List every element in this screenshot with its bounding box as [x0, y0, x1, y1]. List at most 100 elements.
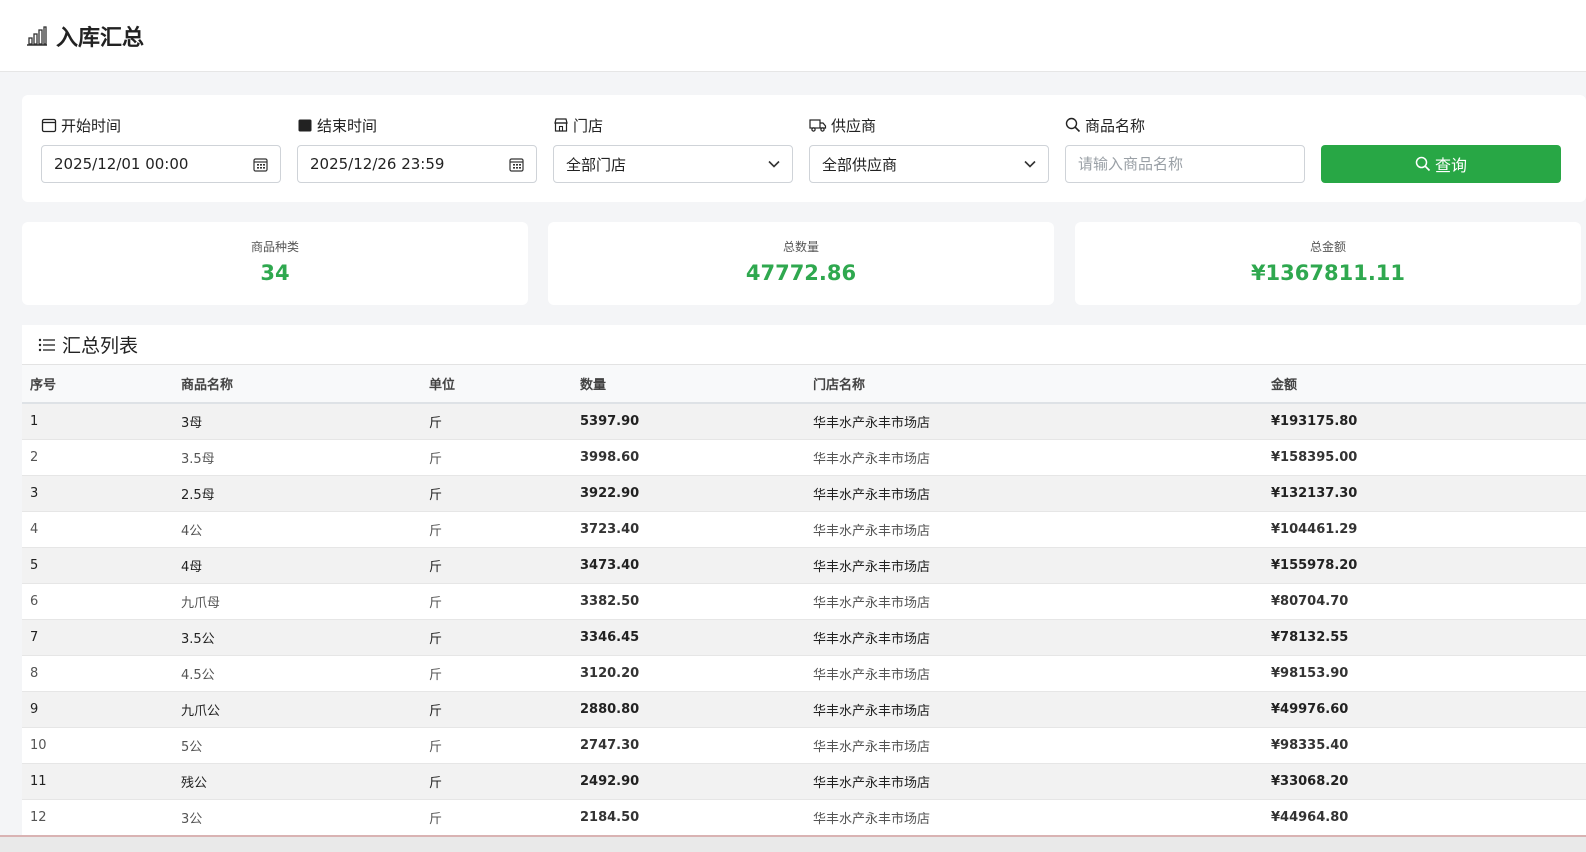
cell-product-name: 2.5母: [173, 475, 421, 512]
table-row: 11 残公斤 2492.90 华丰水产永丰市场店 ¥33068.20: [22, 763, 1586, 800]
cell-quantity: 2492.90: [572, 763, 805, 800]
cell-index: 6: [22, 583, 173, 620]
cell-amount: ¥49976.60: [1263, 691, 1586, 728]
cell-quantity: 3723.40: [572, 511, 805, 548]
stat-label: 总金额: [1309, 240, 1346, 254]
start-time-label: 开始时间: [61, 116, 122, 135]
column-header: 商品名称: [173, 365, 421, 404]
supplier-select[interactable]: 全部供应商: [809, 145, 1049, 183]
cell-product-name: 4公: [173, 511, 421, 548]
table-row: 5 4母斤 3473.40 华丰水产永丰市场店 ¥155978.20: [22, 547, 1586, 584]
cell-store-name: 华丰水产永丰市场店: [805, 655, 1263, 692]
cell-quantity: 2880.80: [572, 691, 805, 728]
query-button[interactable]: 查询: [1321, 145, 1561, 183]
cell-quantity: 3346.45: [572, 619, 805, 656]
calendar-icon: [41, 118, 57, 133]
cell-product-name: 九爪母: [173, 583, 421, 620]
search-icon: [1415, 156, 1431, 172]
cell-amount: ¥80704.70: [1263, 583, 1586, 620]
cell-unit: 斤: [421, 691, 572, 728]
table-row: 4 4公斤 3723.40 华丰水产永丰市场店 ¥104461.29: [22, 511, 1586, 548]
cell-unit: 斤: [421, 655, 572, 692]
product-name-input[interactable]: [1078, 155, 1292, 173]
cell-product-name: 5公: [173, 727, 421, 764]
supplier-label: 供应商: [831, 116, 877, 135]
cell-amount: ¥158395.00: [1263, 439, 1586, 476]
cell-amount: ¥98335.40: [1263, 727, 1586, 764]
start-time-input[interactable]: 2025/12/01 00:00: [41, 145, 281, 183]
cell-amount: ¥104461.29: [1263, 511, 1586, 548]
start-time-field: 开始时间 2025/12/01 00:00: [41, 113, 281, 183]
search-icon: [1065, 117, 1081, 133]
cell-quantity: 2747.30: [572, 727, 805, 764]
cell-product-name: 3.5母: [173, 439, 421, 476]
end-time-label: 结束时间: [317, 116, 378, 135]
stat-value: 34: [260, 261, 290, 285]
cell-store-name: 华丰水产永丰市场店: [805, 439, 1263, 476]
cell-amount: ¥44964.80: [1263, 799, 1586, 835]
table-row: 7 3.5公斤 3346.45 华丰水产永丰市场店 ¥78132.55: [22, 619, 1586, 656]
cell-store-name: 华丰水产永丰市场店: [805, 727, 1263, 764]
stat-label: 商品种类: [250, 240, 299, 254]
cell-index: 12: [22, 799, 173, 835]
cell-index: 9: [22, 691, 173, 728]
column-header: 金额: [1263, 365, 1586, 404]
cell-index: 2: [22, 439, 173, 476]
store-select[interactable]: 全部门店: [553, 145, 793, 183]
table-row: 2 3.5母斤 3998.60 华丰水产永丰市场店 ¥158395.00: [22, 439, 1586, 476]
table-row: 10 5公斤 2747.30 华丰水产永丰市场店 ¥98335.40: [22, 727, 1586, 764]
cell-quantity: 3120.20: [572, 655, 805, 692]
end-time-input[interactable]: 2025/12/26 23:59: [297, 145, 537, 183]
calendar-picker-icon[interactable]: [509, 157, 524, 172]
cell-quantity: 3473.40: [572, 547, 805, 584]
cell-amount: ¥98153.90: [1263, 655, 1586, 692]
cell-index: 1: [22, 403, 173, 440]
stat-value: ¥1367811.11: [1250, 261, 1406, 285]
column-header: 单位: [421, 365, 572, 404]
table-row: 3 2.5母斤 3922.90 华丰水产永丰市场店 ¥132137.30: [22, 475, 1586, 512]
list-header: 汇总列表: [22, 325, 1586, 365]
cell-unit: 斤: [421, 511, 572, 548]
list-icon: [38, 338, 55, 351]
filter-panel: 开始时间 2025/12/01 00:00 结束时间 2025/12/26 23…: [22, 95, 1586, 202]
cell-index: 8: [22, 655, 173, 692]
store-icon: [554, 118, 568, 132]
cell-quantity: 3998.60: [572, 439, 805, 476]
column-header: 数量: [572, 365, 805, 404]
table-row: 6 九爪母斤 3382.50 华丰水产永丰市场店 ¥80704.70: [22, 583, 1586, 620]
cell-store-name: 华丰水产永丰市场店: [805, 691, 1263, 728]
cell-unit: 斤: [421, 475, 572, 512]
cell-store-name: 华丰水产永丰市场店: [805, 763, 1263, 800]
cell-product-name: 3公: [173, 799, 421, 835]
cell-unit: 斤: [421, 763, 572, 800]
end-time-field: 结束时间 2025/12/26 23:59: [297, 113, 537, 183]
truck-icon: [809, 119, 827, 132]
cell-product-name: 九爪公: [173, 691, 421, 728]
table-header-row: 序号 商品名称 单位 数量 门店名称 金额: [22, 365, 1586, 404]
stat-label: 总数量: [782, 240, 819, 254]
cell-quantity: 3922.90: [572, 475, 805, 512]
cell-amount: ¥78132.55: [1263, 619, 1586, 656]
column-header: 序号: [22, 365, 173, 404]
cell-amount: ¥155978.20: [1263, 547, 1586, 584]
summary-table: 序号 商品名称 单位 数量 门店名称 金额 1 3母斤 5397.90 华丰水产永丰市…: [22, 365, 1586, 835]
cell-index: 11: [22, 763, 173, 800]
stat-total-quantity: 总数量 47772.86: [548, 222, 1054, 305]
calendar-filled-icon: [298, 119, 312, 132]
table-row: 1 3母斤 5397.90 华丰水产永丰市场店 ¥193175.80: [22, 403, 1586, 440]
cell-quantity: 3382.50: [572, 583, 805, 620]
supplier-field: 供应商 全部供应商: [809, 113, 1049, 183]
cell-product-name: 4.5公: [173, 655, 421, 692]
product-field: 商品名称: [1065, 113, 1305, 183]
store-label: 门店: [573, 116, 604, 135]
cell-store-name: 华丰水产永丰市场店: [805, 619, 1263, 656]
cell-amount: ¥33068.20: [1263, 763, 1586, 800]
chevron-down-icon: [768, 160, 780, 168]
calendar-picker-icon[interactable]: [253, 157, 268, 172]
cell-unit: 斤: [421, 547, 572, 584]
cell-amount: ¥132137.30: [1263, 475, 1586, 512]
cell-store-name: 华丰水产永丰市场店: [805, 511, 1263, 548]
chevron-down-icon: [1024, 160, 1036, 168]
cell-index: 4: [22, 511, 173, 548]
cell-quantity: 5397.90: [572, 403, 805, 440]
